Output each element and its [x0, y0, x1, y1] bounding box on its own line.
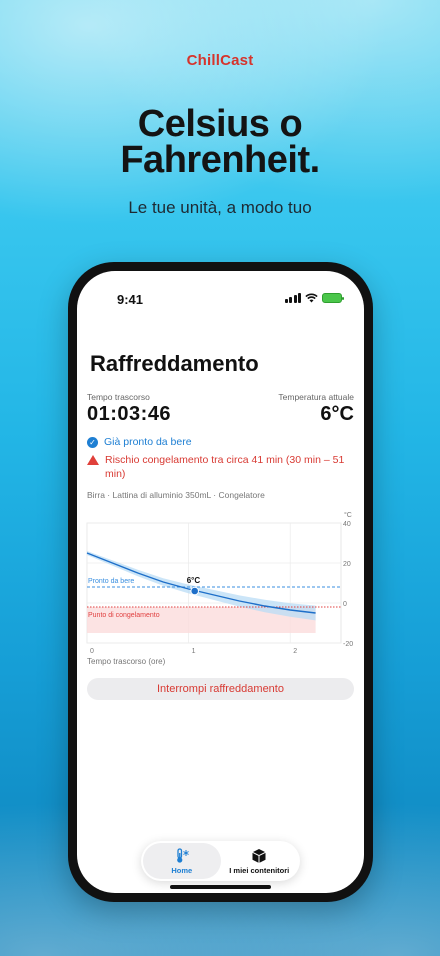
chart-current-point — [190, 586, 199, 596]
chart-y-tick-label: 0 — [343, 601, 347, 608]
current-temp-value: 6°C — [320, 403, 354, 425]
chart-y-tick-label: 40 — [343, 521, 351, 528]
chart-unit-label: °C — [344, 511, 352, 519]
chart-y-tick-label: -20 — [343, 641, 353, 648]
freeze-warning: Rischio congelamento tra circa 41 min (3… — [87, 453, 352, 481]
warning-triangle-icon — [87, 455, 99, 465]
home-indicator[interactable] — [170, 885, 271, 889]
tab-bar: Home I miei contenitori — [141, 841, 300, 881]
cellular-signal-icon — [284, 293, 301, 303]
chart-current-point-label: 6°C — [187, 576, 201, 585]
brand-name: ChillCast — [186, 52, 254, 69]
phone-screen: 9:41 Raffreddamento Tempo trascorso Temp… — [77, 271, 364, 893]
headline-line-1: Celsius o — [137, 103, 303, 145]
freeze-warning-text: Rischio congelamento tra circa 41 min (3… — [105, 454, 345, 480]
drink-meta: Birra · Lattina di alluminio 350mL · Con… — [87, 490, 265, 500]
chart-y-tick-label: 20 — [343, 561, 351, 568]
chart-ready-label: Pronto da bere — [88, 578, 134, 585]
screen-title: Raffreddamento — [90, 351, 259, 376]
chart-x-tick-label: 0 — [90, 648, 94, 655]
tab-containers-label: I miei contenitori — [229, 865, 290, 875]
chart-freeze-label: Punto di congelamento — [88, 612, 160, 619]
ready-status-text: Già pronto da bere — [104, 436, 192, 448]
thermometer-snowflake-icon — [176, 847, 189, 863]
elapsed-label: Tempo trascorso — [87, 392, 150, 402]
tab-home[interactable]: Home — [143, 843, 221, 879]
headline: Celsius o Fahrenheit. — [0, 103, 440, 181]
chart-x-tick-label: 2 — [293, 648, 297, 655]
current-temp-label: Temperatura attuale — [278, 392, 354, 402]
status-time: 9:41 — [117, 292, 144, 307]
checkmark-circle-icon: ✓ — [87, 436, 98, 448]
subheadline: Le tue unità, a modo tuo — [128, 198, 312, 217]
cooling-chart: 40 20 0 -20 °C 0 1 2 Pronto da bere Punto di cong… — [86, 511, 353, 655]
wifi-icon — [305, 293, 318, 303]
chart-x-tick-label: 1 — [192, 648, 196, 655]
battery-icon — [322, 293, 344, 303]
tab-home-label: Home — [171, 865, 193, 875]
headline-line-2: Fahrenheit. — [120, 139, 320, 181]
phone-frame: 9:41 Raffreddamento Tempo trascorso Temp… — [68, 262, 373, 902]
elapsed-value: 01:03:46 — [87, 403, 172, 425]
tab-containers[interactable]: I miei contenitori — [221, 843, 299, 879]
box-icon — [252, 848, 266, 863]
ready-status: ✓ Già pronto da bere — [87, 436, 192, 448]
x-axis-label: Tempo trascorso (ore) — [87, 657, 166, 666]
stop-cooling-button[interactable]: Interrompi raffreddamento — [87, 678, 354, 700]
status-icons — [284, 293, 344, 303]
